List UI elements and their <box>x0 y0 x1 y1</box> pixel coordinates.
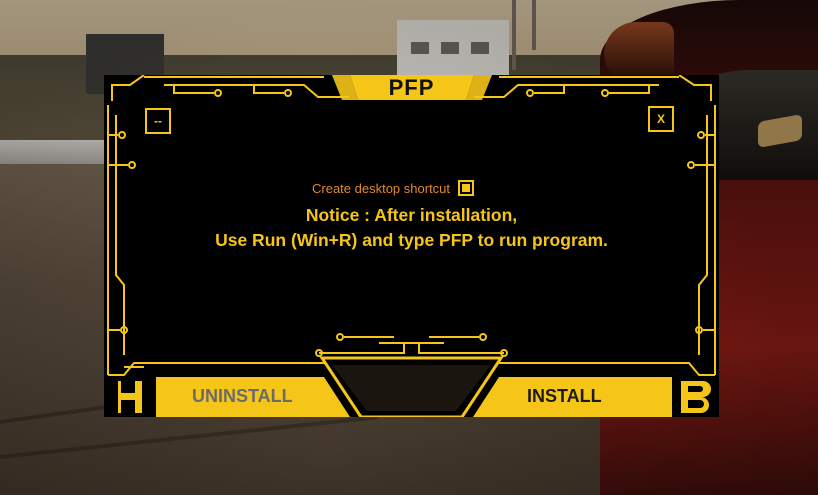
install-label: INSTALL <box>527 386 602 406</box>
notice-line-1: Notice : After installation, <box>305 205 518 225</box>
shortcut-label: Create desktop shortcut <box>312 180 451 196</box>
desktop-shortcut-option[interactable]: Create desktop shortcut <box>312 179 475 197</box>
notice-message: Notice : After installation, Use Run (Wi… <box>104 203 719 253</box>
uninstall-label: UNINSTALL <box>192 386 293 406</box>
notice-line-2: Use Run (Win+R) and type PFP to run prog… <box>215 230 608 250</box>
minimize-button[interactable]: -- <box>145 108 171 134</box>
checkbox-check-icon <box>462 184 471 192</box>
shortcut-checkbox[interactable] <box>458 180 475 196</box>
window-title: PFP <box>388 75 435 100</box>
close-button[interactable]: X <box>648 106 674 132</box>
installer-window: PFP -- X Create desktop shortcut Notice … <box>104 75 719 417</box>
b-logo-icon <box>681 381 711 413</box>
h-logo-icon <box>114 381 142 413</box>
